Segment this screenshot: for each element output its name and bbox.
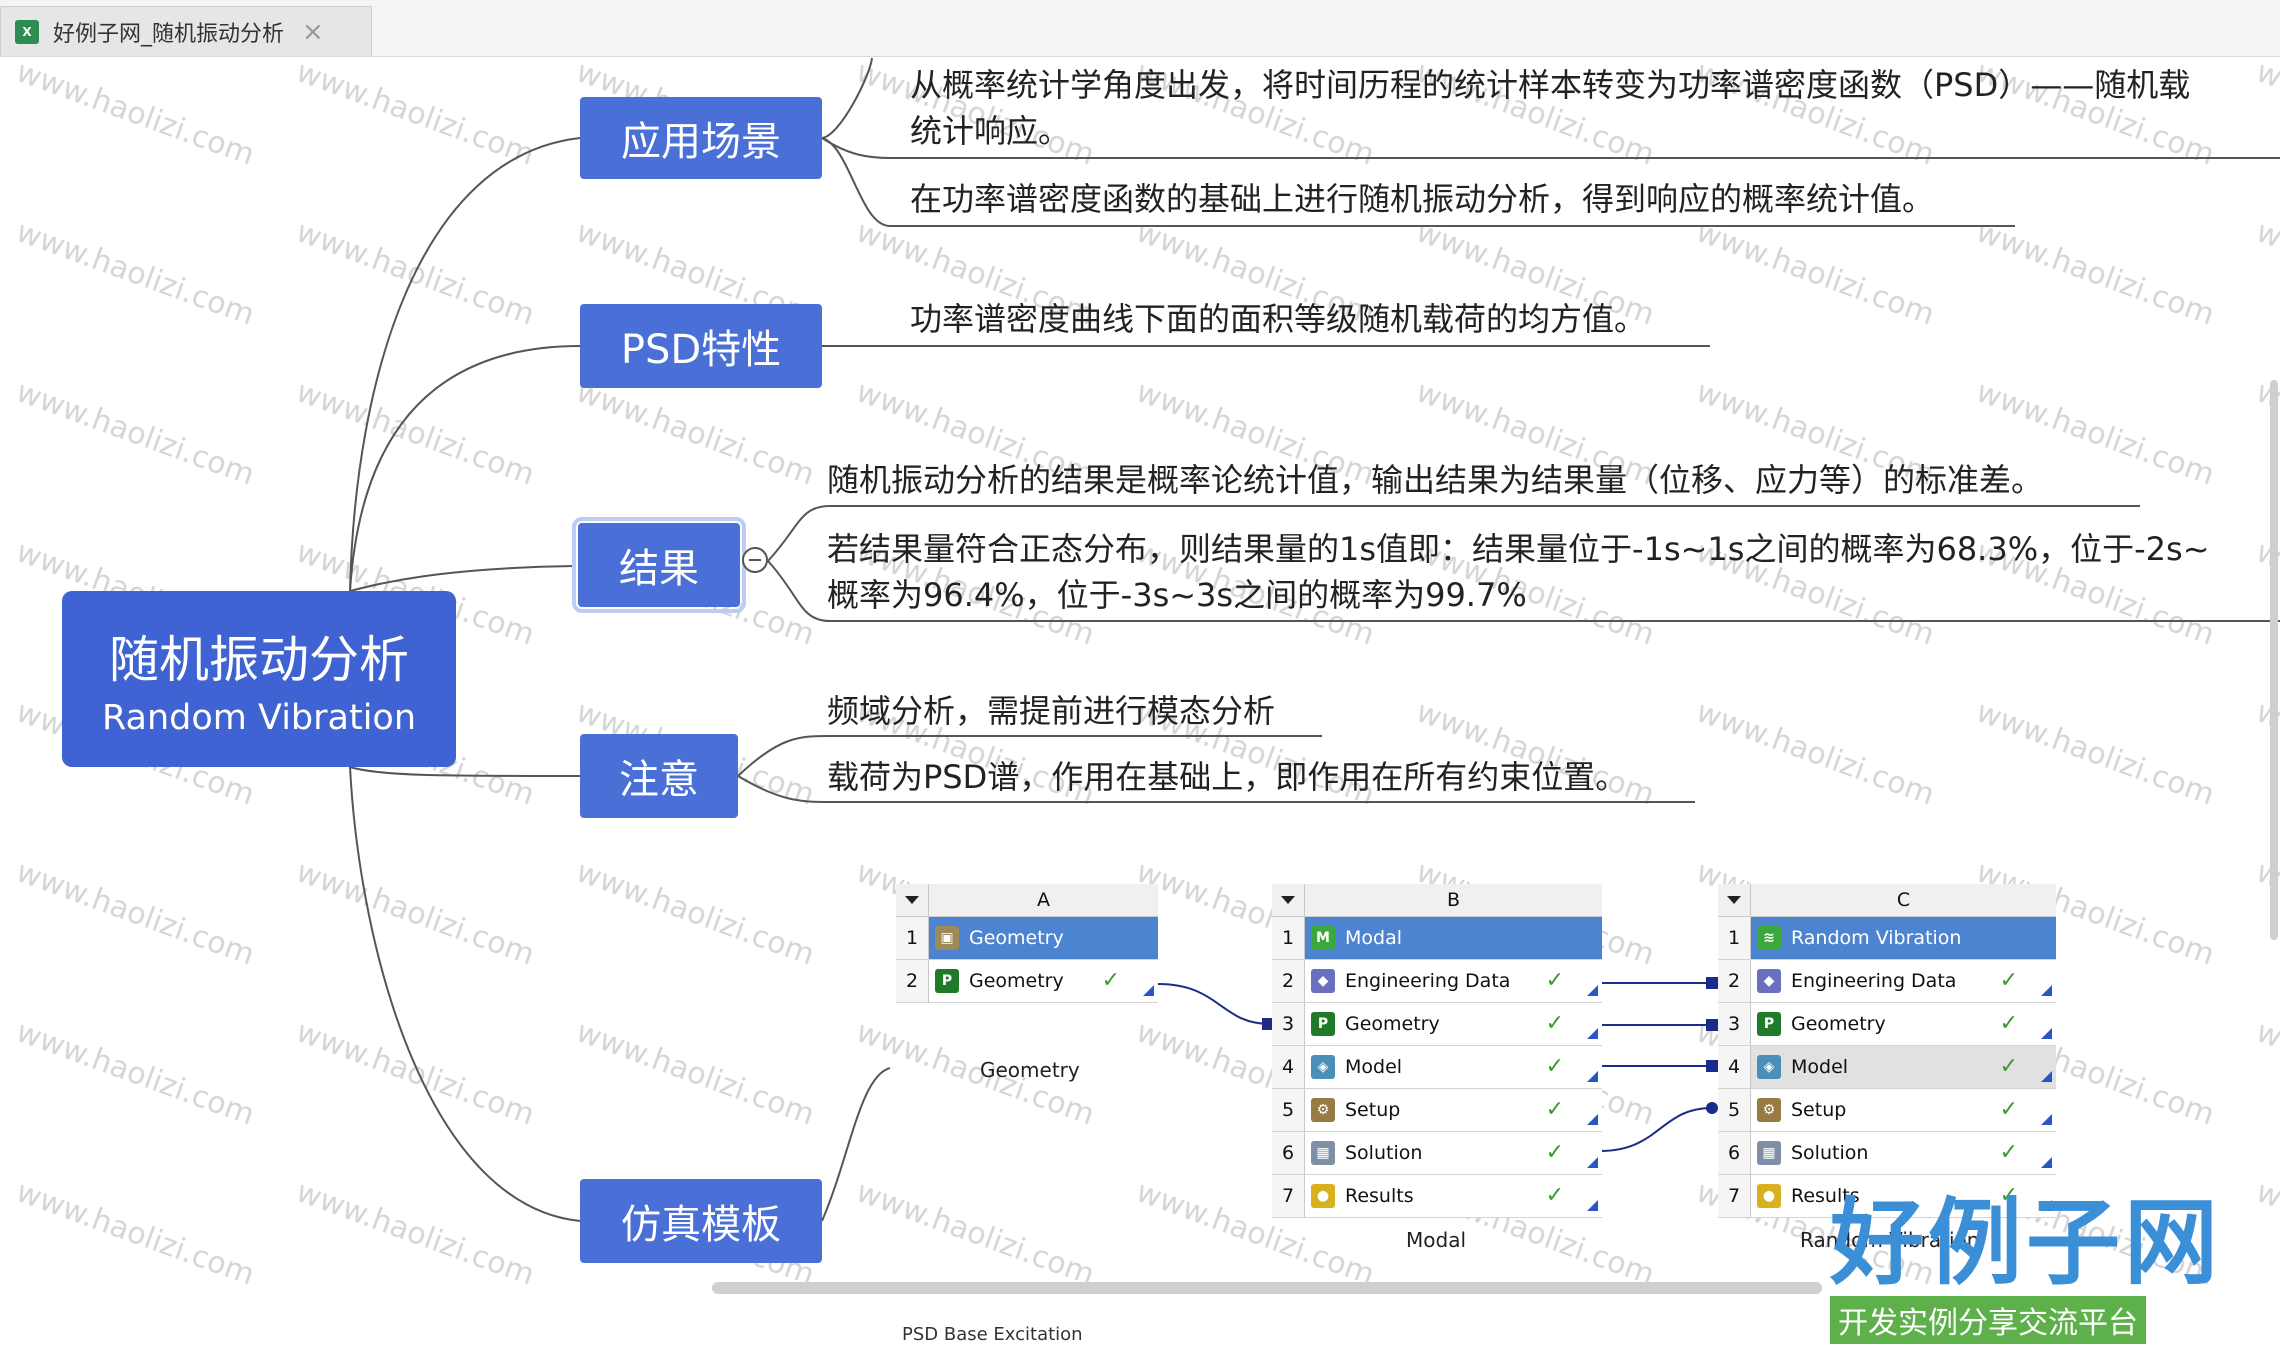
leaf-yingyong-2[interactable]: 在功率谱密度函数的基础上进行随机振动分析，得到响应的概率统计值。 [910, 176, 1934, 222]
modal-icon: M [1311, 926, 1335, 950]
document-tab[interactable]: X 好例子网_随机振动分析 × [0, 6, 372, 56]
collapse-toggle-icon[interactable] [742, 547, 768, 573]
branch-yingyong-changjing[interactable]: 应用场景 [580, 97, 822, 179]
link-fangzhen-leaf [821, 1067, 891, 1222]
dropdown-arrow-icon[interactable] [896, 884, 929, 916]
link-root-fangzhen [349, 766, 581, 1222]
branch-zhuyi[interactable]: 注意 [580, 734, 738, 818]
root-title-en: Random Vibration [101, 698, 417, 738]
check-icon: ✓ [1101, 968, 1120, 993]
dropdown-arrow-icon[interactable] [1272, 884, 1305, 916]
geometry-box-icon: ▣ [935, 926, 959, 950]
workbench-system-c: C 1 ≋ Random Vibration 2 ◆ Engineering Data ✓… [1718, 884, 2056, 1218]
link-root-zhuyi [349, 766, 581, 777]
dropdown-arrow-icon[interactable] [1718, 884, 1751, 916]
solution-icon: ▦ [1311, 1141, 1335, 1165]
partial-hidden-label: PSD Base Excitation [902, 1324, 1083, 1345]
root-topic[interactable]: 随机振动分析 Random Vibration [62, 591, 456, 767]
leaf-yingyong-1-cont: 统计响应。 [910, 112, 1071, 150]
geometry-p-icon: P [1757, 1012, 1781, 1036]
branch-jieguo[interactable]: 结果 [572, 517, 746, 613]
leaf-psd-1[interactable]: 功率谱密度曲线下面的面积等级随机载荷的均方值。 [910, 296, 1646, 342]
leaf-jieguo-2-cont: 概率为96.4%，位于-3s~3s之间的概率为99.7% [827, 576, 1527, 614]
model-icon: ◈ [1311, 1055, 1335, 1079]
engineering-data-icon: ◆ [1311, 969, 1335, 993]
leaf-jieguo-1[interactable]: 随机振动分析的结果是概率论统计值，输出结果为结果量（位移、应力等）的标准差。 [827, 457, 2043, 503]
wb-caption-a: Geometry [980, 1058, 1080, 1082]
branch-fangzhen-muban[interactable]: 仿真模板 [580, 1179, 822, 1263]
root-title-cn: 随机振动分析 [109, 631, 409, 689]
leaf-jieguo-2[interactable]: 若结果量符合正态分布，则结果量的1s值即：结果量位于-1s~1s之间的概率为68… [827, 526, 2210, 572]
solution-icon: ▦ [1757, 1141, 1781, 1165]
link-root-psd [349, 345, 581, 592]
haolizi-logo: 好例子网 开发实例分享交流平台 [1830, 1194, 2250, 1344]
workbench-system-a: A 1 ▣ Geometry 2 P Geometry ✓ [896, 884, 1158, 1003]
wb-caption-b: Modal [1406, 1228, 1466, 1252]
leaf-zhuyi-1[interactable]: 频域分析，需提前进行模态分析 [827, 688, 1275, 734]
setup-icon: ⚙ [1757, 1098, 1781, 1122]
wb-link-b6-c5 [1599, 1107, 1713, 1152]
xmind-file-icon: X [15, 19, 39, 44]
results-icon: ● [1311, 1184, 1335, 1208]
engineering-data-icon: ◆ [1757, 969, 1781, 993]
close-icon[interactable]: × [302, 17, 324, 47]
tab-bar: X 好例子网_随机振动分析 × [0, 0, 2280, 57]
leaf-zhuyi-2[interactable]: 载荷为PSD谱，作用在基础上，即作用在所有约束位置。 [827, 754, 1627, 800]
horizontal-scrollbar[interactable] [712, 1282, 1822, 1294]
geometry-p-icon: P [1311, 1012, 1335, 1036]
setup-icon: ⚙ [1311, 1098, 1335, 1122]
branch-psd-texing[interactable]: PSD特性 [580, 304, 822, 388]
link-yingyong-leaf1 [821, 57, 873, 139]
link-root-yingyong [349, 137, 581, 592]
link-root-jieguo [349, 565, 576, 592]
wb-link-a2-b3 [1157, 983, 1271, 1025]
random-vibration-icon: ≋ [1757, 926, 1781, 950]
geometry-p-icon: P [935, 969, 959, 993]
mindmap-canvas[interactable]: www.haolizi.com www.haolizi.com www.haoliz… [0, 54, 2280, 1345]
results-icon: ● [1757, 1184, 1781, 1208]
vertical-scrollbar[interactable] [2270, 380, 2278, 940]
leaf-yingyong-1[interactable]: 从概率统计学角度出发，将时间历程的统计样本转变为功率谱密度函数（PSD）——随机… [910, 62, 2190, 108]
tab-title: 好例子网_随机振动分析 [53, 21, 285, 47]
model-icon: ◈ [1757, 1055, 1781, 1079]
workbench-system-b: B 1 M Modal 2 ◆ Engineering Data ✓ 3 P Geometry… [1272, 884, 1602, 1218]
